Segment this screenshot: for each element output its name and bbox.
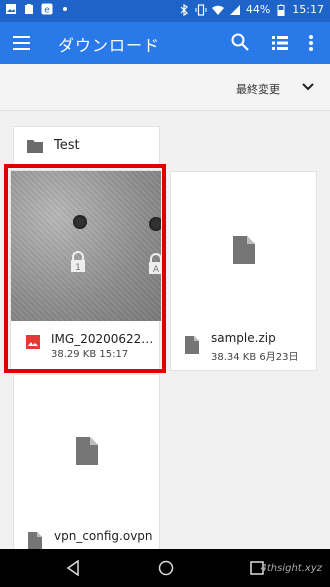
file-date: 6月23日 <box>259 352 299 363</box>
clipboard-notification-icon <box>25 4 33 14</box>
search-icon[interactable] <box>230 32 250 52</box>
page-title: ダウンロード <box>58 36 161 55</box>
status-bar: e 44% 15:17 <box>0 0 330 22</box>
bluetooth-icon <box>180 3 188 16</box>
sort-label[interactable]: 最終変更 <box>236 81 280 97</box>
navigation-bar: 4thsight.xyz <box>0 549 330 587</box>
sort-bar: 最終変更 <box>0 64 330 111</box>
folder-icon <box>27 140 43 153</box>
chevron-down-icon[interactable] <box>302 82 314 92</box>
file-size: 38.34 KB <box>211 352 257 363</box>
highlight-box <box>4 164 166 373</box>
more-options-icon[interactable] <box>306 32 316 54</box>
battery-percent: 44% <box>245 3 271 16</box>
file-card-zip[interactable]: sample.zip 38.34 KB 6月23日 <box>170 171 317 371</box>
status-left-icons: e <box>5 3 71 15</box>
cellular-signal-icon <box>229 4 240 15</box>
svg-text:e: e <box>44 6 50 16</box>
image-notification-icon <box>6 4 16 14</box>
file-details: 38.34 KB 6月23日 <box>211 348 299 363</box>
file-name: vpn_config.ovpn <box>54 529 153 543</box>
file-icon <box>185 336 199 354</box>
file-card-vpn[interactable]: vpn_config.ovpn <box>13 374 160 552</box>
wifi-icon <box>211 5 224 15</box>
folder-card-test[interactable]: Test <box>13 126 160 166</box>
dot-notification-icon <box>63 7 67 11</box>
file-icon <box>233 236 255 264</box>
app-bar: ダウンロード <box>0 22 330 64</box>
vibrate-icon <box>195 3 207 16</box>
hamburger-menu-icon[interactable] <box>12 34 32 52</box>
home-icon[interactable] <box>158 560 174 576</box>
list-view-icon[interactable] <box>270 33 290 53</box>
status-right-icons: 44% 15:17 <box>178 3 324 16</box>
battery-icon <box>277 4 285 16</box>
back-icon[interactable] <box>66 560 80 576</box>
file-name: sample.zip <box>211 331 276 345</box>
folder-name: Test <box>54 138 80 153</box>
file-icon <box>76 437 98 465</box>
file-icon <box>28 532 42 550</box>
watermark: 4thsight.xyz <box>260 563 322 574</box>
app-e-notification-icon: e <box>41 3 53 15</box>
clock: 15:17 <box>292 3 324 16</box>
